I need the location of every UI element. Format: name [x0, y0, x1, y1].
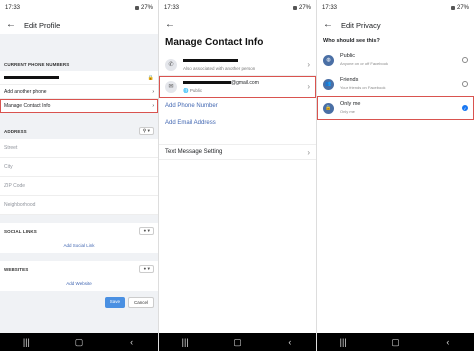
signal-icon: [450, 6, 455, 10]
text-message-setting-row[interactable]: Text Message Setting ›: [159, 144, 316, 160]
edit-privacy-screen: 17:33 27% ← Edit Privacy Who should see …: [316, 0, 474, 351]
save-button[interactable]: Save: [104, 297, 125, 308]
zip-field[interactable]: ZIP Code: [0, 177, 158, 196]
street-field[interactable]: Street: [0, 139, 158, 158]
edit-profile-screen: 17:33 27% ← Edit Profile CURRENT PHONE N…: [0, 0, 158, 351]
option-public[interactable]: ◍ Public Anyone on or off Facebook: [317, 48, 474, 72]
signal-icon: [292, 6, 297, 10]
add-social-link[interactable]: Add Social Link: [0, 239, 158, 253]
chevron-right-icon: ›: [152, 88, 154, 95]
back-nav-icon[interactable]: ‹: [275, 337, 305, 347]
chevron-right-icon: ›: [152, 102, 154, 109]
back-nav-icon[interactable]: ‹: [433, 337, 463, 347]
current-phone-heading: CURRENT PHONE NUMBERS: [4, 62, 70, 67]
add-website-link[interactable]: Add Website: [0, 277, 158, 291]
status-bar: 17:33 27%: [317, 0, 474, 16]
city-field[interactable]: City: [0, 158, 158, 177]
home-icon[interactable]: ▢: [380, 337, 410, 348]
battery-level: 27%: [140, 5, 153, 11]
lock-icon: 🔒: [147, 74, 154, 81]
app-bar: ← Edit Privacy: [317, 16, 474, 34]
page-title: Manage Contact Info: [165, 37, 264, 48]
back-arrow-icon[interactable]: ←: [6, 20, 16, 30]
redacted-email: [183, 80, 231, 84]
status-bar: 17:33 27%: [159, 0, 316, 16]
status-time: 17:33: [5, 5, 21, 11]
chevron-right-icon: ›: [307, 147, 310, 157]
status-bar: 17:33 27%: [0, 0, 158, 16]
android-nav-bar: ||| ▢ ‹: [159, 333, 316, 351]
social-links-heading: SOCIAL LINKS: [4, 228, 37, 234]
recents-icon[interactable]: |||: [328, 337, 358, 347]
add-email-address-link[interactable]: Add Email Address: [159, 115, 316, 132]
home-icon[interactable]: ▢: [222, 337, 252, 348]
globe-icon: 🌐: [183, 87, 189, 93]
lock-icon: 🔒: [323, 102, 334, 114]
websites-heading: WEBSITES: [4, 266, 29, 272]
redacted-phone: [4, 76, 59, 79]
address-heading: ADDRESS: [4, 128, 27, 134]
back-arrow-icon[interactable]: ←: [323, 20, 333, 30]
option-only-me[interactable]: 🔒 Only me Only me ✓: [317, 96, 474, 120]
privacy-selector[interactable]: ⚲ ▾: [138, 127, 154, 135]
option-friends[interactable]: 👥 Friends Your friends on Facebook: [317, 72, 474, 96]
privacy-selector[interactable]: ● ▾: [139, 227, 154, 235]
back-nav-icon[interactable]: ‹: [117, 337, 147, 347]
android-nav-bar: ||| ▢ ‹: [317, 333, 474, 351]
page-title: Edit Privacy: [341, 20, 381, 30]
add-phone-number-link[interactable]: Add Phone Number: [159, 98, 316, 115]
neighborhood-field[interactable]: Neighborhood: [0, 196, 158, 215]
privacy-selector[interactable]: ● ▾: [139, 265, 154, 273]
recents-icon[interactable]: |||: [11, 337, 41, 347]
recents-icon[interactable]: |||: [170, 337, 200, 347]
android-nav-bar: ||| ▢ ‹: [0, 333, 158, 351]
globe-icon: ◍: [323, 54, 334, 66]
radio-friends[interactable]: [462, 81, 468, 87]
manage-contact-screen: 17:33 27% ← Manage Contact Info ✆ Also a…: [158, 0, 316, 351]
privacy-question: Who should see this?: [323, 38, 380, 44]
chevron-right-icon: ›: [307, 82, 310, 91]
phone-icon: ✆: [165, 58, 177, 71]
phone-row[interactable]: 🔒: [0, 71, 158, 85]
radio-public[interactable]: [462, 57, 468, 63]
phone-contact-row[interactable]: ✆ Also associated with another person ›: [159, 54, 316, 76]
cancel-button[interactable]: Cancel: [127, 297, 154, 308]
home-icon[interactable]: ▢: [64, 337, 94, 348]
email-contact-row[interactable]: ✉ @gmail.com 🌐 Public ›: [159, 76, 316, 98]
chevron-right-icon: ›: [307, 60, 310, 69]
page-title: Edit Profile: [24, 20, 61, 30]
app-bar: ←: [159, 16, 316, 34]
envelope-icon: ✉: [165, 80, 177, 93]
manage-contact-info-row[interactable]: Manage Contact Info ›: [0, 99, 158, 113]
friends-icon: 👥: [323, 78, 334, 90]
radio-only-me[interactable]: ✓: [462, 105, 468, 111]
app-bar: ← Edit Profile: [0, 16, 158, 34]
back-arrow-icon[interactable]: ←: [165, 20, 175, 30]
add-another-phone[interactable]: Add another phone ›: [0, 85, 158, 99]
redacted-phone: [183, 58, 238, 62]
signal-icon: [134, 6, 139, 10]
